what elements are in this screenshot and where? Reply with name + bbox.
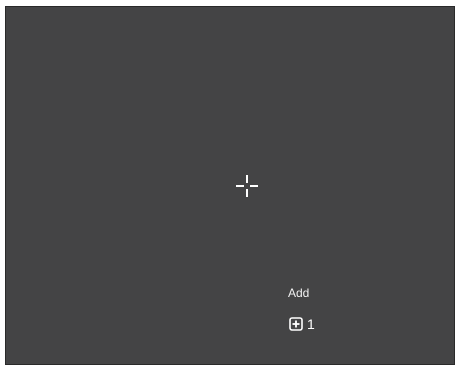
crosshair-icon [236,175,258,197]
add-label: Add [288,286,310,300]
canvas-viewport[interactable]: Add 1 [5,6,455,365]
plus-square-icon[interactable] [289,317,303,331]
add-count: 1 [307,316,315,332]
add-button[interactable]: 1 [289,317,315,331]
